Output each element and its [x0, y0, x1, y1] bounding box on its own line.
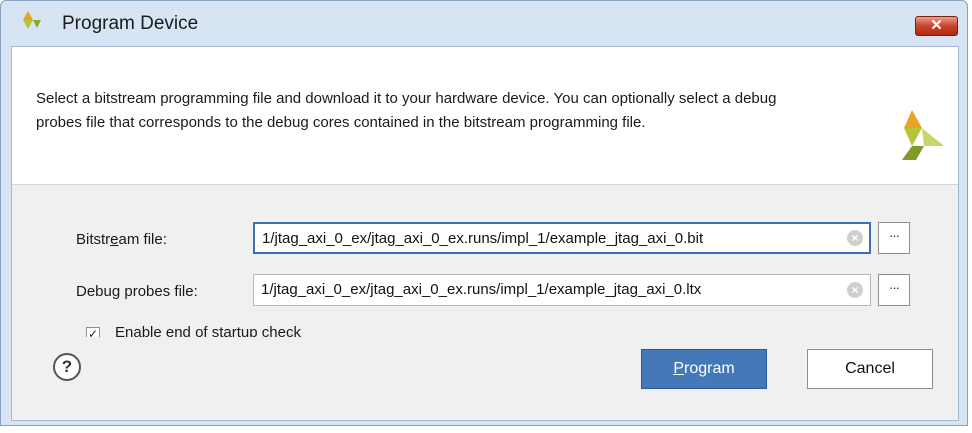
startup-check-row: ✓ Enable end of startup check [77, 326, 377, 337]
clear-icon[interactable]: × [847, 282, 863, 298]
title-bar: Program Device ✕ [1, 1, 967, 36]
bitstream-file-value: 1/jtag_axi_0_ex/jtag_axi_0_ex.runs/impl_… [262, 230, 704, 247]
bitstream-file-label: Bitstream file: [76, 231, 167, 248]
vivado-logo-icon [902, 110, 944, 160]
clear-icon[interactable]: × [847, 230, 863, 246]
program-button[interactable]: Program [641, 349, 767, 389]
vivado-logo-icon [23, 11, 41, 29]
startup-check-label: Enable end of startup check [115, 326, 301, 337]
debug-probes-file-input[interactable]: 1/jtag_axi_0_ex/jtag_axi_0_ex.runs/impl_… [253, 274, 871, 306]
header-description: Select a bitstream programming file and … [36, 90, 777, 131]
probes-browse-button[interactable]: ··· [878, 274, 910, 306]
cancel-button[interactable]: Cancel [807, 349, 933, 389]
help-button[interactable]: ? [53, 353, 81, 381]
debug-probes-file-value: 1/jtag_axi_0_ex/jtag_axi_0_ex.runs/impl_… [261, 281, 702, 298]
close-button[interactable]: ✕ [915, 16, 958, 36]
bitstream-file-input[interactable]: 1/jtag_axi_0_ex/jtag_axi_0_ex.runs/impl_… [253, 222, 871, 254]
program-device-dialog: Program Device ✕ Select a bitstream prog… [0, 0, 968, 426]
startup-check-checkbox[interactable]: ✓ [86, 327, 100, 337]
bitstream-browse-button[interactable]: ··· [878, 222, 910, 254]
debug-probes-file-label: Debug probes file: [76, 283, 198, 300]
dialog-content: Select a bitstream programming file and … [11, 46, 959, 421]
window-title: Program Device [62, 13, 199, 34]
dialog-header: Select a bitstream programming file and … [12, 47, 958, 185]
